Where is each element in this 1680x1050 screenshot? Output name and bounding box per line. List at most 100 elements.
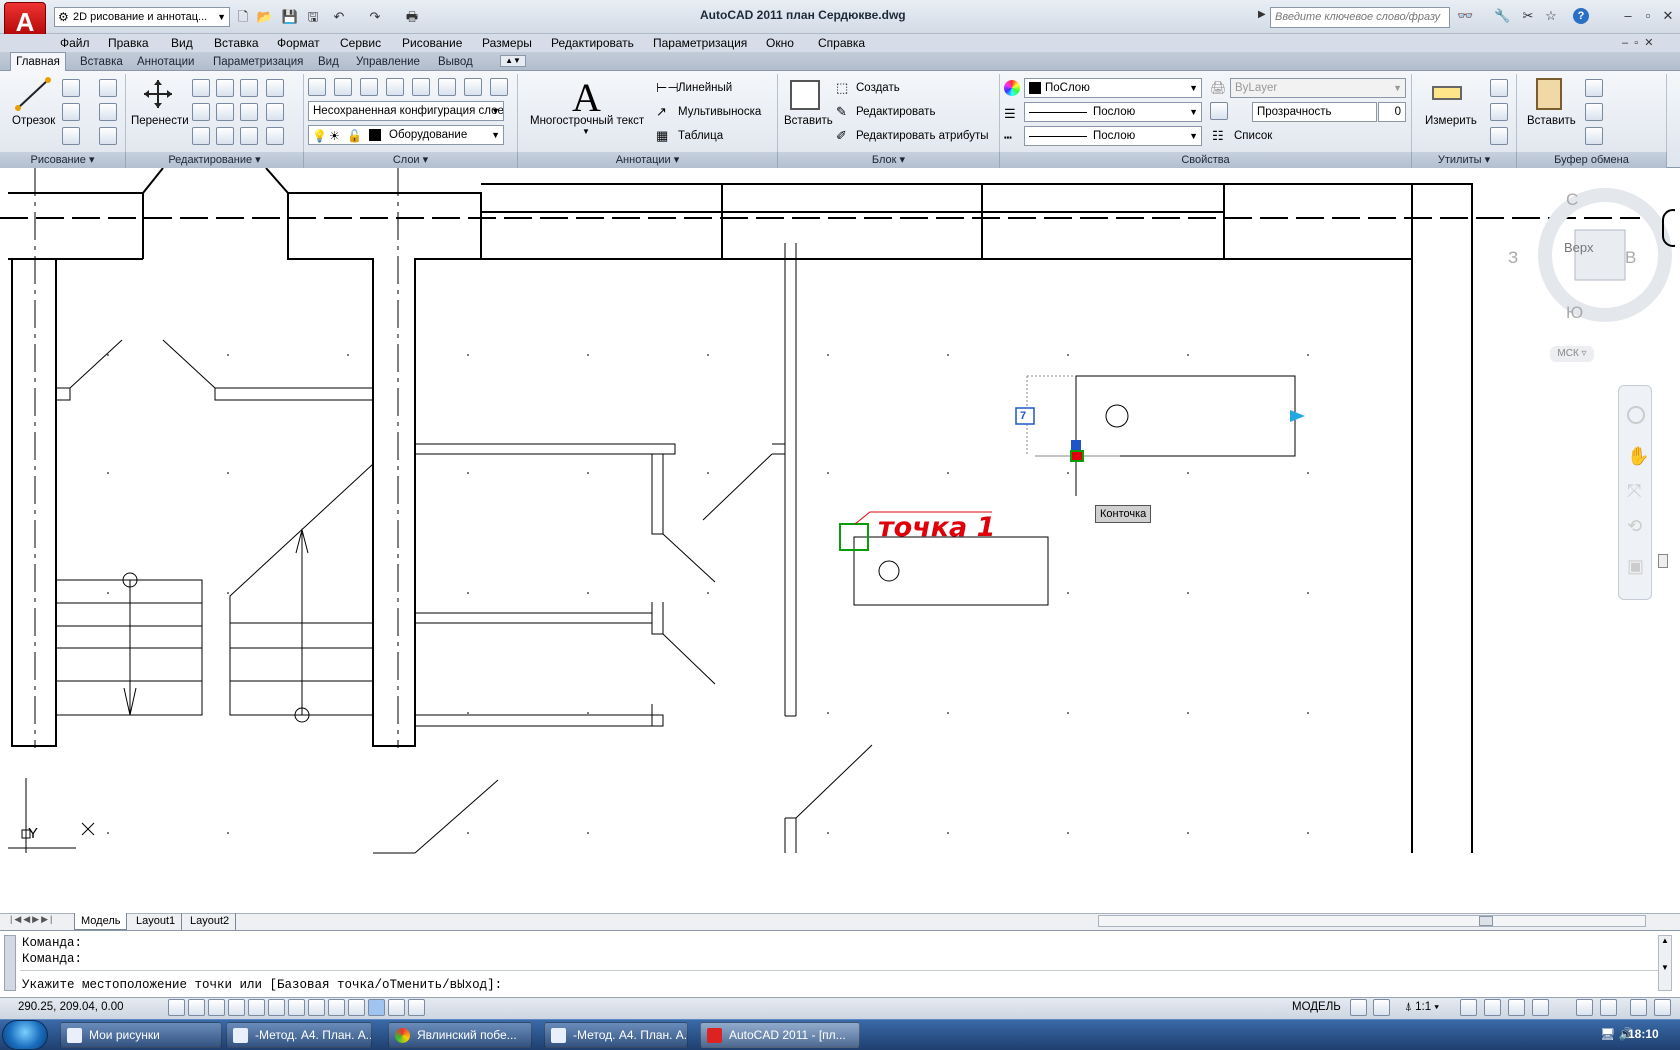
start-button[interactable]	[2, 1020, 48, 1050]
grid-display-icon[interactable]	[208, 999, 225, 1016]
panel-annotation-title[interactable]: Аннотации ▾	[518, 152, 778, 168]
open-file-icon[interactable]: 📂	[256, 8, 274, 26]
layer-isolate-icon[interactable]	[360, 78, 378, 96]
select-all-icon[interactable]	[1490, 103, 1508, 121]
transparency-field[interactable]: Прозрачность	[1252, 102, 1377, 122]
quick-view-layouts-icon[interactable]	[1350, 999, 1367, 1016]
clean-screen-icon[interactable]	[1654, 999, 1671, 1016]
tab-layout2[interactable]: Layout2	[184, 913, 237, 930]
panel-block-title[interactable]: Блок ▾	[778, 152, 1000, 168]
taskbar-item[interactable]: -Метод. А4. План. А...	[226, 1022, 372, 1048]
steering-wheel-icon[interactable]	[1627, 406, 1645, 424]
tab-view[interactable]: Вид	[318, 53, 339, 71]
quick-select-icon[interactable]	[1490, 79, 1508, 97]
doc-window-controls[interactable]: – ▫ ✕	[1622, 36, 1653, 49]
transparency-display-icon[interactable]	[388, 999, 405, 1016]
chevron-down-icon[interactable]: ▼	[582, 127, 590, 136]
linetype-select[interactable]: Послою ▼	[1024, 126, 1202, 146]
trim-icon[interactable]	[240, 79, 258, 97]
binoculars-icon[interactable]: 👓	[1457, 8, 1473, 24]
toolbar-lock-icon[interactable]	[1532, 999, 1549, 1016]
minimize-icon[interactable]: –	[1620, 8, 1636, 24]
menu-window[interactable]: Окно	[766, 34, 794, 52]
panel-modify-title[interactable]: Редактирование ▾	[126, 152, 304, 168]
annotation-scale[interactable]: ⍋ 1:1 ▾	[1405, 1001, 1439, 1014]
layer-state-select[interactable]: Несохраненная конфигурация слоев ▼	[308, 101, 504, 121]
viewcube-south[interactable]: Ю	[1566, 303, 1583, 323]
new-file-icon[interactable]: 🗋	[234, 8, 252, 26]
tab-output[interactable]: Вывод	[438, 53, 473, 71]
hatch-icon[interactable]	[99, 127, 117, 145]
tab-nav-arrows[interactable]: |◀◀▶▶|	[10, 914, 54, 925]
save-as-icon[interactable]: 🖫	[304, 8, 322, 26]
move-arrows-icon[interactable]	[142, 78, 174, 110]
viewcube-west[interactable]: З	[1508, 248, 1518, 268]
help-icon[interactable]: ?	[1573, 8, 1589, 24]
scale-icon[interactable]	[216, 103, 234, 121]
taskbar-item-active[interactable]: AutoCAD 2011 - [пл...	[700, 1022, 860, 1048]
chevron-right-icon[interactable]: ▶	[1258, 9, 1266, 20]
hardware-acceleration-icon[interactable]	[1576, 999, 1593, 1016]
menu-edit[interactable]: Правка	[108, 34, 149, 52]
subscription-icon[interactable]: 🔧	[1494, 8, 1510, 24]
menu-modify[interactable]: Редактировать	[551, 34, 634, 52]
menu-insert[interactable]: Вставка	[214, 34, 259, 52]
calculator-icon[interactable]	[1490, 127, 1508, 145]
explode-icon[interactable]	[266, 79, 284, 97]
multileader-button[interactable]: Мультивыноска	[678, 106, 761, 118]
model-space-button[interactable]: МОДЕЛЬ	[1292, 1001, 1341, 1013]
search-input[interactable]: Введите ключевое слово/фразу	[1270, 7, 1450, 28]
tab-insert[interactable]: Вставка	[80, 53, 123, 71]
ellipse-icon[interactable]	[62, 127, 80, 145]
polyline-icon[interactable]	[62, 79, 80, 97]
rectangle-icon[interactable]	[99, 103, 117, 121]
ortho-mode-icon[interactable]	[228, 999, 245, 1016]
rotate-icon[interactable]	[216, 79, 234, 97]
favorites-star-icon[interactable]: ☆	[1543, 8, 1559, 24]
pan-hand-icon[interactable]: ✋	[1627, 446, 1649, 467]
menu-file[interactable]: Файл	[60, 34, 90, 52]
measure-ruler-icon[interactable]	[1432, 86, 1462, 100]
panel-properties-title[interactable]: Свойства	[1000, 152, 1412, 168]
vertical-scroll-thumb[interactable]	[1658, 554, 1668, 568]
menu-tools[interactable]: Сервис	[340, 34, 381, 52]
linear-dimension-button[interactable]: Линейный	[678, 82, 732, 94]
undo-icon[interactable]: ↶	[330, 8, 348, 26]
isolate-objects-icon[interactable]	[1600, 999, 1617, 1016]
print-icon[interactable]: 🖶	[403, 8, 421, 26]
copy-clip-icon[interactable]	[1585, 103, 1603, 121]
panel-draw-title[interactable]: Рисование ▾	[0, 152, 126, 168]
panel-utilities-title[interactable]: Утилиты ▾	[1412, 152, 1517, 168]
redo-icon[interactable]: ↷	[366, 8, 384, 26]
stretch-grip-arrow[interactable]	[1290, 410, 1305, 422]
taskbar-item[interactable]: -Метод. А4. План. А...	[544, 1022, 688, 1048]
line-tool-icon[interactable]	[14, 76, 54, 112]
tab-layout1[interactable]: Layout1	[130, 913, 183, 930]
layer-freeze-icon[interactable]	[412, 78, 430, 96]
lineweight-select[interactable]: Послою ▼	[1024, 102, 1202, 122]
annotation-visibility-icon[interactable]	[1460, 999, 1477, 1016]
erase-icon[interactable]	[192, 127, 210, 145]
showmotion-icon[interactable]: ▣	[1627, 556, 1644, 577]
edit-block-button[interactable]: Редактировать	[856, 106, 935, 118]
close-icon[interactable]: ✕	[1660, 8, 1676, 24]
save-icon[interactable]: 💾	[281, 8, 299, 26]
taskbar-item[interactable]: Мои рисунки	[60, 1022, 222, 1048]
viewcube-face[interactable]: Верх	[1564, 240, 1594, 255]
circle-icon[interactable]	[62, 103, 80, 121]
paste-clipboard-icon[interactable]	[1536, 78, 1562, 110]
cut-icon[interactable]	[1585, 79, 1603, 97]
insert-block-label[interactable]: Вставить	[784, 115, 833, 127]
mirror-icon[interactable]	[240, 103, 258, 121]
command-window-grip[interactable]	[4, 935, 16, 991]
panel-layers-title[interactable]: Слои ▾	[304, 152, 518, 168]
paste-label[interactable]: Вставить	[1527, 115, 1576, 127]
drawing-canvas[interactable]	[0, 168, 1680, 913]
tab-parametric[interactable]: Параметризация	[213, 53, 303, 71]
menu-format[interactable]: Формат	[277, 34, 320, 52]
horizontal-scroll-thumb[interactable]	[1479, 916, 1493, 926]
ribbon-minimize-button[interactable]: ▲▼	[500, 55, 526, 67]
move-label[interactable]: Перенести	[131, 115, 189, 127]
quick-view-drawings-icon[interactable]	[1373, 999, 1390, 1016]
layer-state-icon[interactable]	[334, 78, 352, 96]
